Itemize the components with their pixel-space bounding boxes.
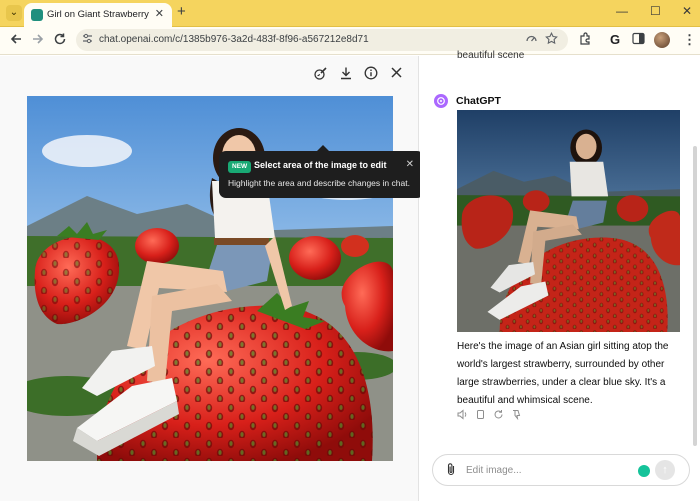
close-icon[interactable] [390, 66, 403, 82]
arrow-left-icon[interactable] [9, 32, 23, 50]
gauge-icon[interactable] [525, 32, 538, 48]
maximize-button[interactable]: ☐ [650, 4, 661, 18]
tune-icon[interactable] [82, 33, 93, 47]
info-icon[interactable] [364, 66, 378, 83]
previous-message-fragment: beautiful scene [457, 50, 525, 61]
brush-icon[interactable] [313, 66, 328, 84]
browser-tab[interactable]: Girl on Giant Strawberry ✕ [24, 3, 172, 27]
chatgpt-favicon-icon [31, 9, 43, 21]
chat-pane: beautiful scene ChatGPT Here's the image… [420, 50, 700, 501]
minimize-button[interactable]: — [616, 4, 628, 18]
new-badge: NEW [228, 161, 252, 173]
copy-icon[interactable] [475, 409, 486, 423]
address-bar[interactable]: chat.openai.com/c/1385b976-3a2d-483f-8f9… [76, 29, 568, 51]
tab-search-button[interactable]: ⌄ [6, 5, 22, 21]
chatgpt-avatar-icon [434, 94, 448, 108]
speaker-icon[interactable] [457, 409, 468, 423]
arrow-right-icon[interactable] [31, 32, 45, 50]
puzzle-icon[interactable] [578, 32, 592, 50]
chat-image-thumbnail[interactable] [457, 110, 680, 332]
tab-title: Girl on Giant Strawberry [47, 9, 149, 20]
kebab-menu-icon[interactable]: ⋮ [683, 32, 696, 48]
chat-scrollbar[interactable] [693, 146, 697, 446]
browser-toolbar: chat.openai.com/c/1385b976-3a2d-483f-8f9… [0, 27, 700, 55]
grammarly-icon[interactable] [638, 465, 650, 477]
assistant-name: ChatGPT [456, 95, 501, 107]
tooltip-close-button[interactable]: ✕ [406, 159, 414, 170]
download-icon[interactable] [339, 66, 353, 83]
browser-titlebar: ⌄ Girl on Giant Strawberry ✕ + — ☐ ✕ [0, 0, 700, 27]
tab-close-button[interactable]: ✕ [155, 7, 164, 20]
thumbs-down-icon[interactable] [511, 409, 522, 423]
edit-image-input[interactable] [466, 462, 626, 478]
chat-input-container: ↑ [432, 454, 690, 486]
window-close-button[interactable]: ✕ [682, 4, 692, 18]
assistant-response: Here's the image of an Asian girl sittin… [457, 341, 669, 406]
star-icon[interactable] [545, 31, 558, 48]
url-text: chat.openai.com/c/1385b976-3a2d-483f-8f9… [99, 34, 369, 45]
send-button[interactable]: ↑ [655, 460, 675, 480]
edit-area-tooltip: NEW Select area of the image to edit ✕ H… [219, 145, 424, 198]
tooltip-description: Highlight the area and describe changes … [228, 178, 410, 188]
reload-icon[interactable] [53, 32, 67, 50]
paperclip-icon[interactable] [445, 462, 457, 479]
profile-avatar[interactable] [654, 32, 670, 48]
g-icon[interactable]: G [610, 32, 620, 48]
side-panel-icon[interactable] [632, 32, 645, 49]
regenerate-icon[interactable] [493, 409, 504, 423]
tooltip-title: Select area of the image to edit [254, 160, 387, 170]
new-tab-button[interactable]: + [177, 3, 186, 20]
image-editor-pane: NEW Select area of the image to edit ✕ H… [0, 56, 424, 501]
